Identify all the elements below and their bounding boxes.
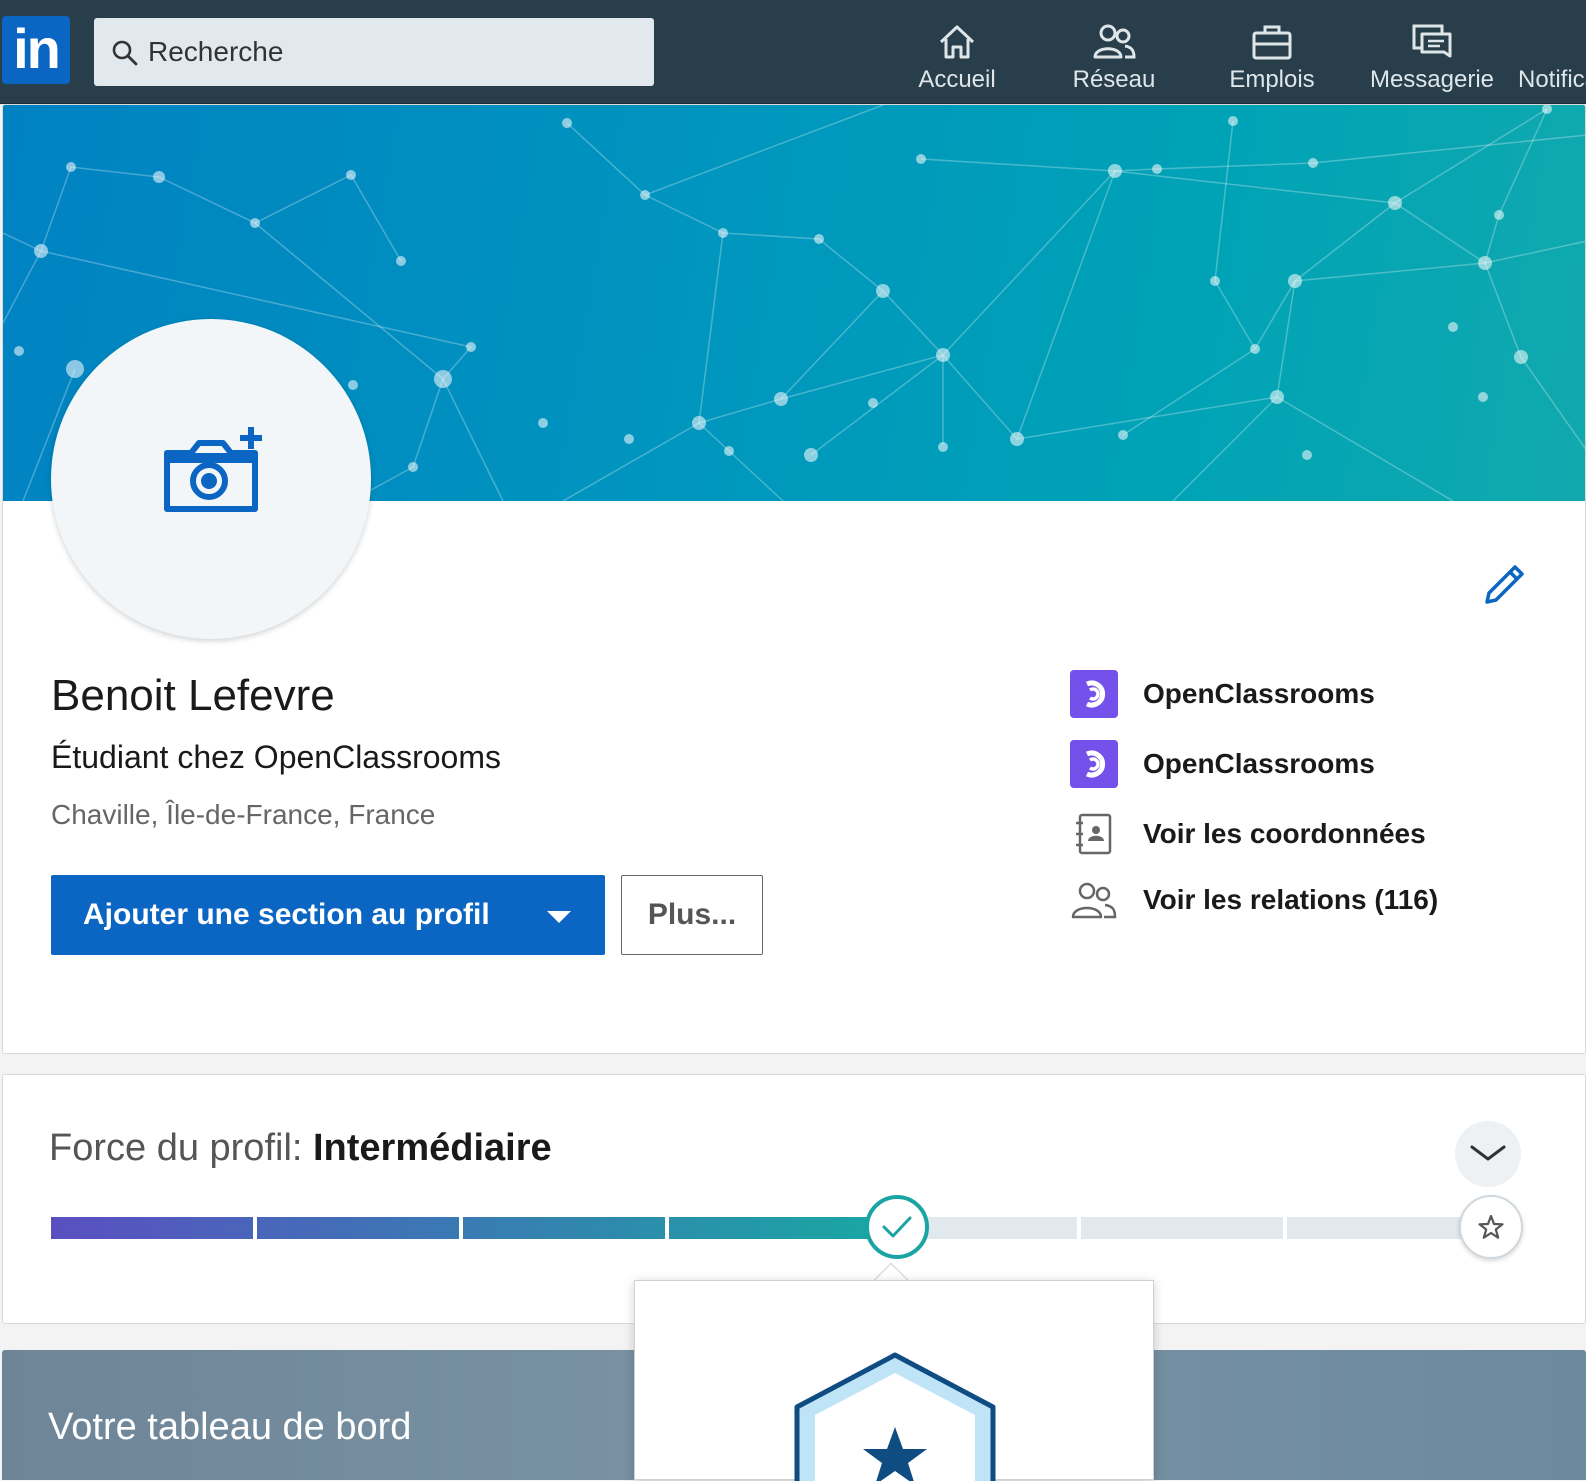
- meter-segment-filled: [51, 1217, 253, 1239]
- star-badge-icon: [794, 1352, 996, 1481]
- add-photo-camera-icon: [164, 427, 262, 512]
- briefcase-icon: [1252, 25, 1292, 60]
- meter-segment-filled: [257, 1217, 459, 1239]
- profile-level-popover: [634, 1280, 1154, 1481]
- nav-item-notifications[interactable]: Notifications: [1518, 22, 1586, 102]
- nav-item-label: Accueil: [918, 66, 996, 93]
- side-link-label: Voir les coordonnées: [1143, 818, 1426, 849]
- edit-pencil-icon[interactable]: [1481, 561, 1527, 607]
- search-box[interactable]: [94, 18, 654, 86]
- side-link-label: OpenClassrooms: [1143, 678, 1375, 709]
- top-navigation-bar: in Accueil Réseau Emplois: [0, 0, 1586, 104]
- current-level-marker[interactable]: [865, 1195, 929, 1259]
- nav-item-jobs[interactable]: Emplois: [1224, 22, 1320, 102]
- meter-segment-filled: [463, 1217, 665, 1239]
- collapse-strength-button[interactable]: [1455, 1121, 1521, 1187]
- side-link-contact-info[interactable]: Voir les coordonnées: [1069, 809, 1426, 859]
- network-icon: [1093, 24, 1136, 59]
- meter-segment-filled: [669, 1217, 871, 1239]
- nav-item-home[interactable]: Accueil: [912, 22, 1002, 102]
- profile-name: Benoit Lefevre: [51, 671, 335, 720]
- profile-strength-title: Force du profil: Intermédiaire: [49, 1127, 552, 1170]
- chevron-down-icon: [1470, 1145, 1506, 1160]
- home-icon: [939, 25, 975, 59]
- search-input[interactable]: [148, 18, 638, 86]
- add-profile-section-label: Ajouter une section au profil: [83, 898, 490, 931]
- caret-down-icon: [547, 911, 571, 923]
- profile-location: Chaville, Île-de-France, France: [51, 799, 436, 830]
- checkmark-icon: [882, 1216, 912, 1238]
- side-link-openclassrooms[interactable]: OpenClassrooms: [1069, 739, 1375, 789]
- side-link-connections[interactable]: Voir les relations (116): [1069, 875, 1438, 925]
- profile-headline: Étudiant chez OpenClassrooms: [51, 739, 501, 775]
- meter-segment-empty: [1081, 1217, 1283, 1239]
- nav-item-messaging[interactable]: Messagerie: [1364, 22, 1500, 102]
- connections-icon: [1071, 882, 1117, 919]
- nav-item-label: Messagerie: [1369, 66, 1495, 93]
- nav-item-label: Notifications: [1518, 66, 1586, 93]
- nav-item-network[interactable]: Réseau: [1066, 22, 1162, 102]
- openclassrooms-logo: [1070, 670, 1118, 718]
- bell-icon: [1558, 22, 1586, 62]
- side-link-label: Voir les relations (116): [1143, 884, 1439, 915]
- contact-card-icon: [1076, 813, 1112, 855]
- nav-item-label: Emplois: [1229, 66, 1315, 93]
- side-link-openclassrooms[interactable]: OpenClassrooms: [1069, 669, 1375, 719]
- profile-strength-level: Intermédiaire: [313, 1127, 552, 1169]
- linkedin-logo[interactable]: in: [2, 16, 70, 84]
- add-profile-section-button[interactable]: Ajouter une section au profil: [51, 875, 605, 955]
- openclassrooms-logo: [1070, 740, 1118, 788]
- all-star-level-marker[interactable]: [1459, 1195, 1523, 1259]
- nav-item-label: Réseau: [1072, 66, 1156, 93]
- search-icon: [112, 40, 138, 66]
- messaging-icon: [1412, 24, 1452, 58]
- profile-photo-placeholder[interactable]: [51, 319, 371, 639]
- profile-top-card: Benoit Lefevre Étudiant chez OpenClassro…: [2, 104, 1586, 1054]
- more-button[interactable]: Plus...: [621, 875, 763, 955]
- profile-strength-prefix: Force du profil:: [49, 1127, 313, 1169]
- star-icon: [1478, 1214, 1504, 1239]
- dashboard-title: Votre tableau de bord: [48, 1406, 412, 1448]
- side-link-label: OpenClassrooms: [1143, 748, 1375, 779]
